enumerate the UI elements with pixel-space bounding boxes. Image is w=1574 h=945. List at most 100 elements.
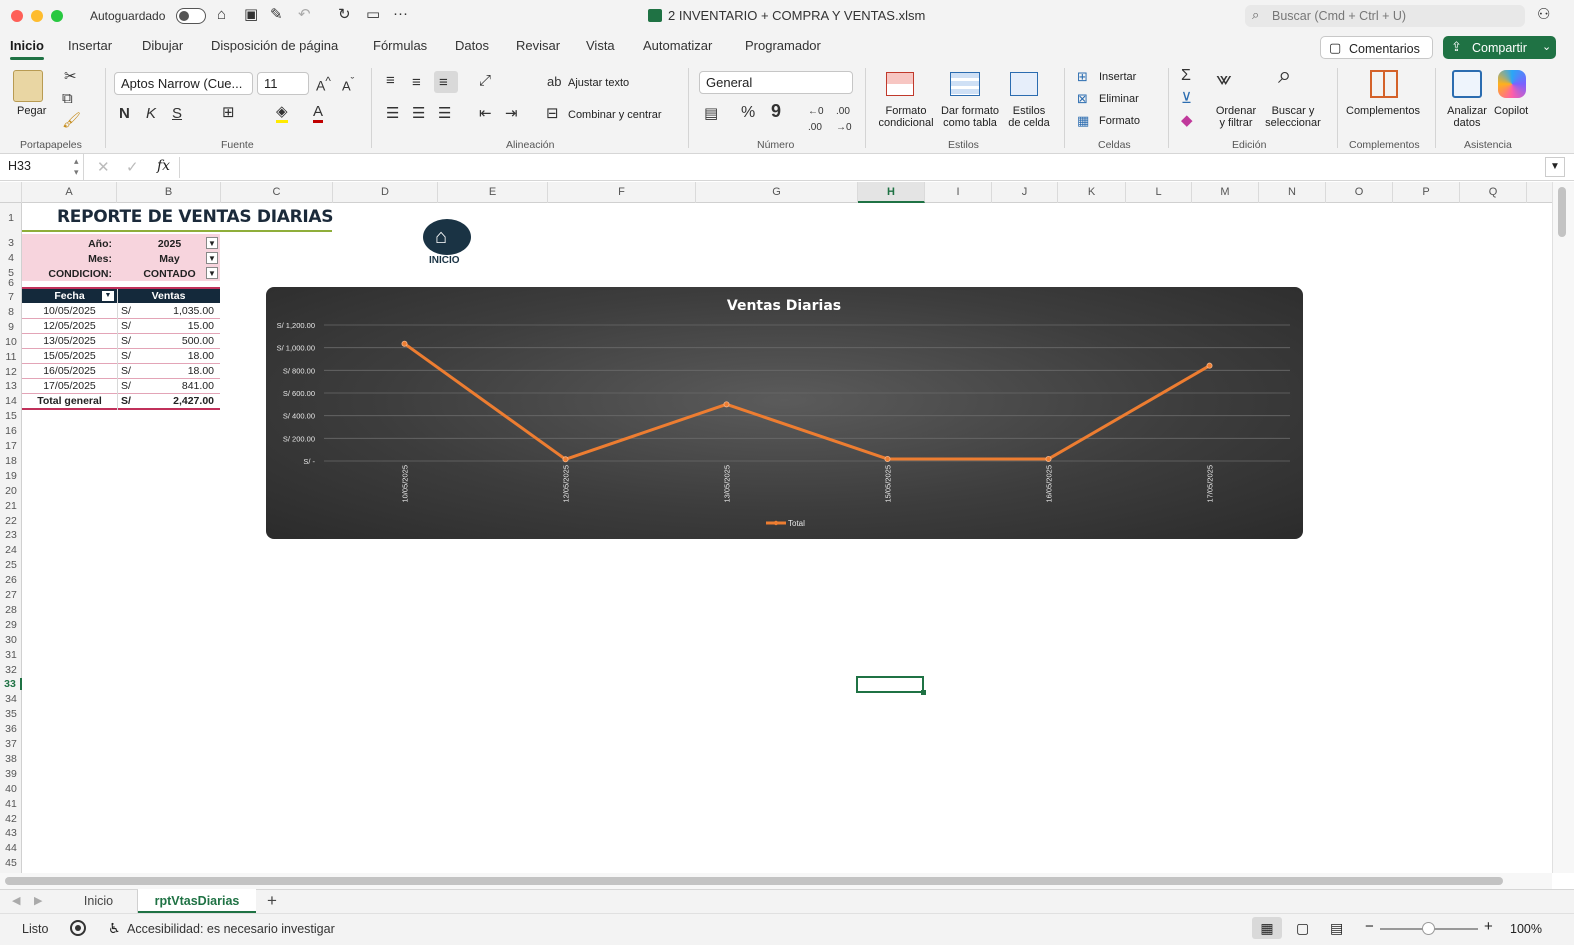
row-header-41[interactable]: 41 [0,798,22,810]
tab-automatizar[interactable]: Automatizar [643,38,712,53]
align-top-icon[interactable]: ≡ [386,73,395,89]
row-header-39[interactable]: 39 [0,768,22,780]
tab-revisar[interactable]: Revisar [516,38,560,53]
column-header-h[interactable]: H [858,182,925,203]
italic-icon[interactable]: K [146,106,156,122]
format-cells-button[interactable]: Formato [1099,115,1140,127]
row-header-7[interactable]: 7 [0,291,22,303]
expand-formula-icon[interactable]: ▼ [1545,157,1565,177]
copy-icon[interactable]: ⧉ [62,91,73,107]
row-header-29[interactable]: 29 [0,619,22,631]
underline-icon[interactable]: S [172,106,182,122]
close-window-button[interactable] [11,10,23,22]
redo-icon[interactable]: ↻ [338,7,351,23]
row-header-30[interactable]: 30 [0,634,22,646]
decrease-indent-icon[interactable]: ⇤ [479,106,492,122]
comma-style-icon[interactable]: 9 [771,102,781,120]
function-icon[interactable]: fx [157,158,170,174]
dropdown-condition-icon[interactable]: ▼ [206,267,218,279]
column-header-p[interactable]: P [1393,182,1460,203]
align-middle-icon[interactable]: ≡ [412,75,421,91]
row-header-23[interactable]: 23 [0,529,22,541]
font-color-icon[interactable]: A [313,104,324,123]
copilot-button[interactable]: Copilot [1494,105,1528,117]
zoom-in-icon[interactable]: + [1484,918,1493,935]
tab-disposicion[interactable]: Disposición de página [211,38,338,53]
align-center-icon[interactable]: ☰ [412,106,425,122]
column-header-g[interactable]: G [696,182,858,203]
font-name-select[interactable]: Aptos Narrow (Cue... [114,72,253,95]
tab-datos[interactable]: Datos [455,38,489,53]
save-icon[interactable]: ▣ [244,7,258,23]
page-layout-view-icon[interactable]: ▢ [1296,920,1309,937]
prev-sheet-icon[interactable]: ◀ [12,894,20,907]
delete-cells-button[interactable]: Eliminar [1099,93,1139,105]
zoom-out-icon[interactable]: − [1365,918,1374,935]
row-header-11[interactable]: 11 [0,351,22,363]
more-icon[interactable]: ··· [393,6,408,22]
autosum-icon[interactable]: Σ [1181,68,1191,84]
filter-sort-icon[interactable]: ▼ [102,291,114,301]
number-format-select[interactable]: General [699,71,853,94]
selected-cell-h33[interactable] [856,676,924,693]
dropdown-year-icon[interactable]: ▼ [206,237,218,249]
column-header-l[interactable]: L [1126,182,1192,203]
sheet-tab-rptvtasdiarias[interactable]: rptVtasDiarias [138,889,256,913]
cell-styles-button[interactable]: Estilos de celda [1004,105,1054,129]
bold-icon[interactable]: N [119,106,130,122]
decrease-decimal-icon[interactable]: .00 →0 [836,104,852,136]
row-header-13[interactable]: 13 [0,380,22,392]
row-header-10[interactable]: 10 [0,336,22,348]
row-header-28[interactable]: 28 [0,604,22,616]
minimize-window-button[interactable] [31,10,43,22]
row-header-33[interactable]: 33 [0,678,22,691]
column-header-f[interactable]: F [548,182,696,203]
row-header-36[interactable]: 36 [0,723,22,735]
font-size-select[interactable]: 11 [257,72,309,95]
accessibility-status[interactable]: Accesibilidad: es necesario investigar [127,922,335,936]
row-header-34[interactable]: 34 [0,693,22,705]
column-header-b[interactable]: B [117,182,221,203]
name-box-arrow-icon[interactable]: ▴ ▾ [74,156,79,178]
row-header-3[interactable]: 3 [0,237,22,249]
row-header-1[interactable]: 1 [0,212,22,224]
horizontal-scrollbar[interactable] [0,873,1552,889]
horizontal-scroll-thumb[interactable] [5,877,1503,885]
vertical-scrollbar[interactable] [1552,182,1574,873]
column-header-d[interactable]: D [333,182,438,203]
vertical-scroll-thumb[interactable] [1558,187,1566,237]
column-header-m[interactable]: M [1192,182,1259,203]
row-header-35[interactable]: 35 [0,708,22,720]
row-header-38[interactable]: 38 [0,753,22,765]
next-sheet-icon[interactable]: ▶ [34,894,42,907]
sheet-tab-inicio[interactable]: Inicio [60,890,138,913]
align-bottom-button[interactable]: ≡ [434,71,458,93]
tab-programador[interactable]: Programador [745,38,821,53]
align-left-icon[interactable]: ☰ [386,106,399,122]
align-right-icon[interactable]: ☰ [438,106,451,122]
paste-button[interactable]: Pegar [17,105,46,117]
document-title[interactable]: 2 INVENTARIO + COMPRA Y VENTAS.xlsm [668,8,925,23]
formula-input[interactable] [179,157,1541,178]
row-header-40[interactable]: 40 [0,783,22,795]
row-header-25[interactable]: 25 [0,559,22,571]
format-painter-icon[interactable]: 🖌 [62,113,81,129]
zoom-window-button[interactable] [51,10,63,22]
cancel-entry-icon[interactable]: ✕ [97,158,110,176]
row-header-27[interactable]: 27 [0,589,22,601]
page-break-view-icon[interactable]: ▤ [1330,920,1343,937]
currency-icon[interactable]: ▤ [704,106,718,122]
zoom-slider-thumb[interactable] [1422,922,1435,935]
fill-color-icon[interactable]: ◈ [276,104,288,123]
dropdown-month-icon[interactable]: ▼ [206,252,218,264]
row-header-37[interactable]: 37 [0,738,22,750]
tab-dibujar[interactable]: Dibujar [142,38,183,53]
column-header-c[interactable]: C [221,182,333,203]
fill-icon[interactable]: ⊻ [1181,91,1192,107]
column-header-n[interactable]: N [1259,182,1326,203]
sort-filter-button[interactable]: Ordenar y filtrar [1212,105,1260,129]
row-header-9[interactable]: 9 [0,321,22,333]
row-header-26[interactable]: 26 [0,574,22,586]
column-header-e[interactable]: E [438,182,548,203]
row-header-31[interactable]: 31 [0,649,22,661]
